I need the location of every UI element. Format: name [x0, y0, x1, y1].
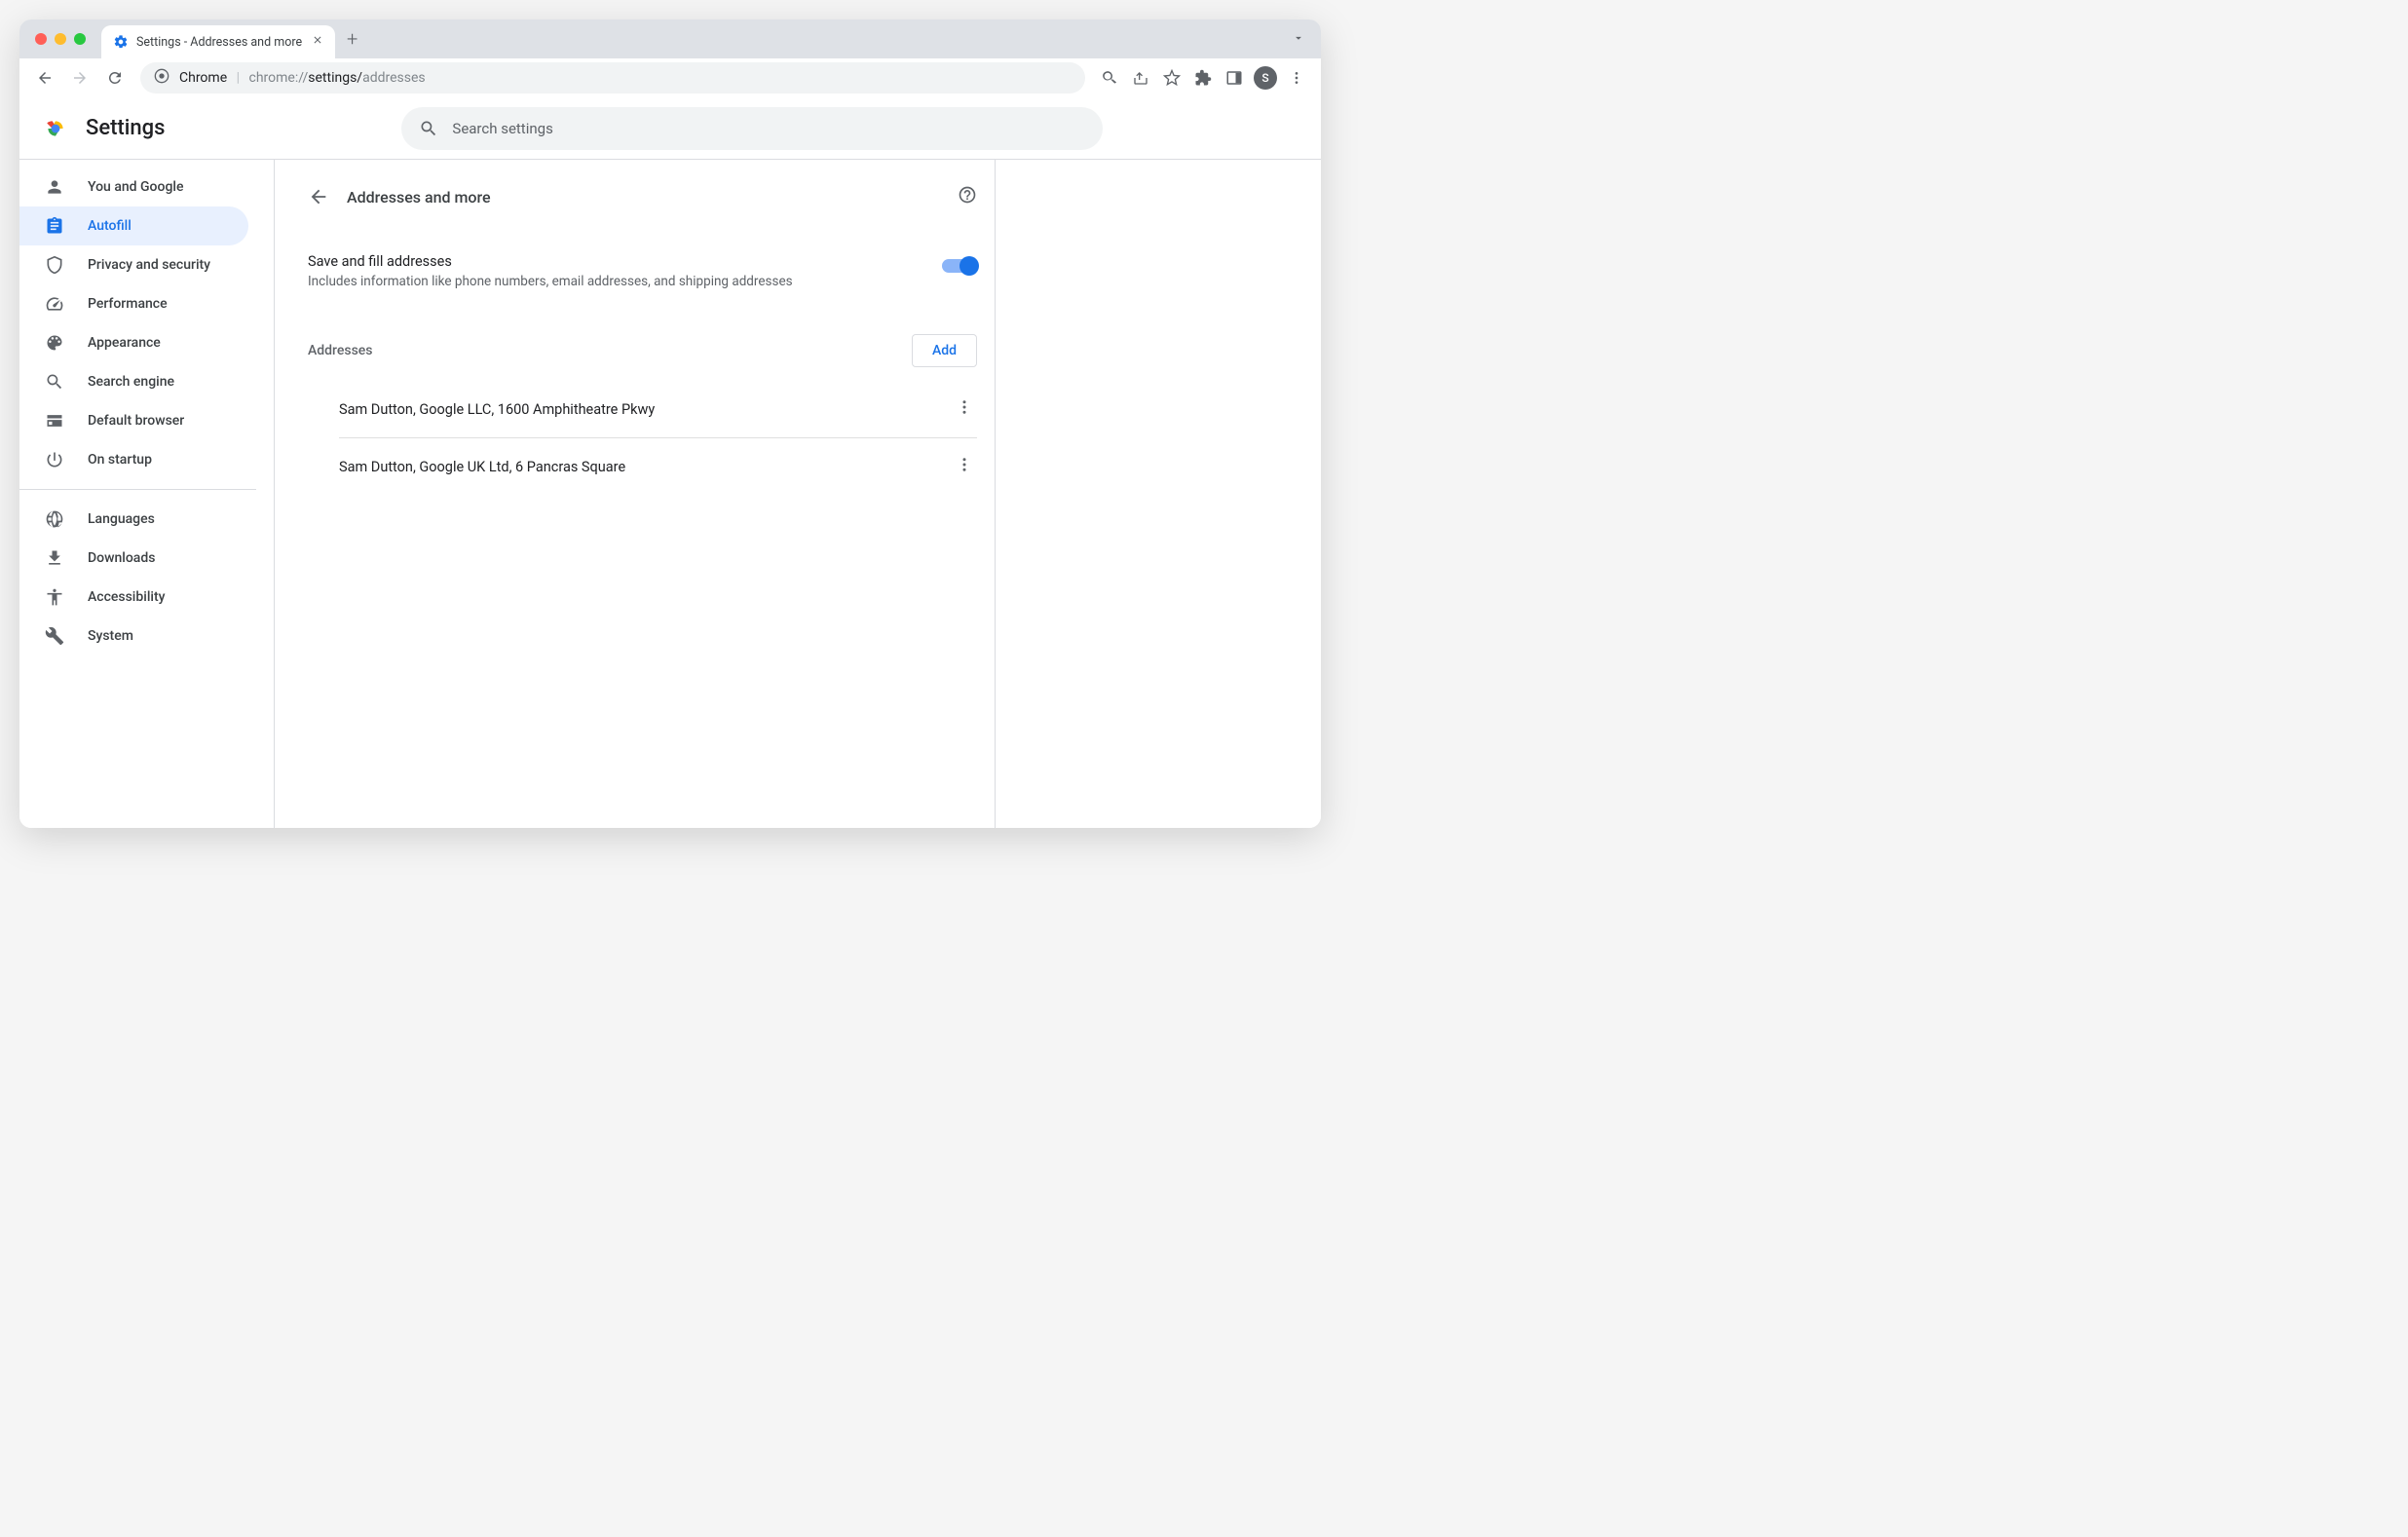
browser-window: Settings - Addresses and more + Chrome: [19, 19, 1321, 828]
site-info-icon[interactable]: [154, 68, 169, 88]
search-icon: [419, 119, 438, 138]
toggle-description: Includes information like phone numbers,…: [308, 274, 922, 289]
sidebar-item-downloads[interactable]: Downloads: [19, 539, 248, 578]
save-fill-toggle-row: Save and fill addresses Includes informa…: [290, 240, 995, 303]
chrome-logo-icon: [43, 116, 68, 141]
tab-settings[interactable]: Settings - Addresses and more: [101, 25, 335, 58]
add-address-button[interactable]: Add: [912, 334, 977, 367]
main-panel-area: Addresses and more Save and fill address…: [275, 160, 1321, 828]
addresses-panel: Addresses and more Save and fill address…: [290, 160, 996, 828]
address-row[interactable]: Sam Dutton, Google UK Ltd, 6 Pancras Squ…: [290, 438, 995, 495]
sidebar-item-default-browser[interactable]: Default browser: [19, 401, 248, 440]
sidebar-item-languages[interactable]: Languages: [19, 500, 248, 539]
traffic-lights: [31, 33, 86, 45]
sidebar-item-appearance[interactable]: Appearance: [19, 323, 248, 362]
bookmark-icon[interactable]: [1157, 62, 1186, 94]
settings-body: You and Google Autofill Privacy and secu…: [19, 160, 1321, 828]
tab-list-dropdown[interactable]: [1292, 30, 1305, 49]
address-row-menu-icon[interactable]: [952, 394, 977, 424]
address-row[interactable]: Sam Dutton, Google LLC, 1600 Amphitheatr…: [290, 381, 995, 437]
sidebar-item-you-and-google[interactable]: You and Google: [19, 168, 248, 206]
address-bar[interactable]: Chrome | chrome://settings/addresses: [140, 62, 1085, 94]
sidebar: You and Google Autofill Privacy and secu…: [19, 160, 275, 828]
reload-button[interactable]: [99, 62, 131, 94]
toolbar: Chrome | chrome://settings/addresses: [19, 58, 1321, 97]
settings-header: Settings Search settings: [19, 97, 1321, 160]
minimize-window-button[interactable]: [55, 33, 66, 45]
address-text: Sam Dutton, Google LLC, 1600 Amphitheatr…: [339, 401, 952, 418]
new-tab-button[interactable]: +: [347, 27, 357, 51]
toggle-title: Save and fill addresses: [308, 253, 922, 270]
page-content: Settings Search settings You and Google …: [19, 97, 1321, 828]
profile-avatar[interactable]: S: [1251, 62, 1280, 94]
save-fill-toggle[interactable]: [942, 259, 977, 273]
help-icon[interactable]: [958, 185, 977, 208]
search-placeholder: Search settings: [452, 120, 552, 137]
tab-title: Settings - Addresses and more: [136, 35, 304, 50]
sidebar-item-autofill[interactable]: Autofill: [19, 206, 248, 245]
chrome-menu-icon[interactable]: [1282, 62, 1311, 94]
back-button[interactable]: [29, 62, 60, 94]
side-panel-icon[interactable]: [1220, 62, 1249, 94]
panel-back-button[interactable]: [308, 186, 329, 207]
sidebar-item-privacy[interactable]: Privacy and security: [19, 245, 248, 284]
url-text: Chrome | chrome://settings/addresses: [179, 70, 426, 86]
sidebar-divider: [19, 489, 256, 490]
maximize-window-button[interactable]: [74, 33, 86, 45]
share-icon[interactable]: [1126, 62, 1155, 94]
sidebar-item-on-startup[interactable]: On startup: [19, 440, 248, 479]
panel-header: Addresses and more: [290, 177, 995, 216]
sidebar-item-search-engine[interactable]: Search engine: [19, 362, 248, 401]
extensions-icon[interactable]: [1188, 62, 1218, 94]
addresses-section-header: Addresses Add: [290, 320, 995, 381]
sidebar-item-performance[interactable]: Performance: [19, 284, 248, 323]
search-settings-input[interactable]: Search settings: [401, 107, 1103, 150]
address-row-menu-icon[interactable]: [952, 452, 977, 481]
close-window-button[interactable]: [35, 33, 47, 45]
tab-bar: Settings - Addresses and more +: [19, 19, 1321, 58]
zoom-icon[interactable]: [1095, 62, 1124, 94]
sidebar-item-system[interactable]: System: [19, 617, 248, 656]
addresses-label: Addresses: [308, 343, 373, 358]
gear-icon: [113, 34, 129, 50]
sidebar-item-accessibility[interactable]: Accessibility: [19, 578, 248, 617]
toolbar-right: S: [1095, 62, 1311, 94]
panel-title: Addresses and more: [347, 188, 940, 206]
app-title: Settings: [86, 116, 165, 140]
address-text: Sam Dutton, Google UK Ltd, 6 Pancras Squ…: [339, 459, 952, 475]
forward-button[interactable]: [64, 62, 95, 94]
close-tab-button[interactable]: [312, 34, 323, 50]
